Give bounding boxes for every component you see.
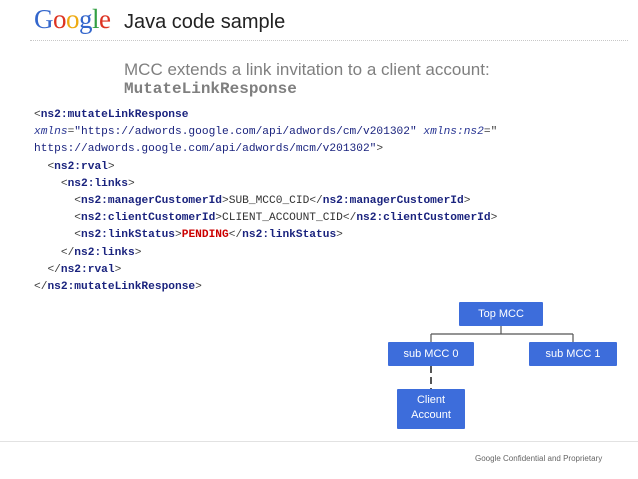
footer-divider <box>0 441 638 442</box>
footer-confidential: Google Confidential and Proprietary <box>475 454 603 463</box>
client-account-node: Client Account <box>397 389 465 429</box>
code-line: <ns2:linkStatus>PENDING</ns2:linkStatus> <box>74 229 343 242</box>
client-account-label-line2: Account <box>411 409 451 421</box>
slide-subtitle-code: MutateLinkResponse <box>124 80 297 98</box>
google-logo: Google <box>34 2 111 36</box>
client-account-label-line1: Client <box>416 394 446 406</box>
code-line: <ns2:rval> <box>47 160 115 173</box>
code-line: <ns2:links> <box>60 177 135 190</box>
logo-letter: l <box>92 4 100 34</box>
logo-letter: G <box>34 4 54 34</box>
slide-header: Google Java code sample <box>0 0 638 42</box>
xml-code-block: <ns2:mutateLinkResponse xmlns="https://ad… <box>34 107 630 296</box>
slide-title: Java code sample <box>124 11 286 33</box>
sub-mcc-0-node: sub MCC 0 <box>388 342 474 366</box>
link-status-value: PENDING <box>181 229 229 242</box>
slide-subtitle: MCC extends a link invitation to a clien… <box>124 60 490 79</box>
code-line: <ns2:mutateLinkResponse <box>34 109 189 121</box>
top-mcc-node: Top MCC <box>459 302 543 326</box>
code-line: https://adwords.google.com/api/adwords/m… <box>34 143 384 156</box>
logo-letter: e <box>99 4 111 34</box>
code-line: <ns2:clientCustomerId>CLIENT_ACCOUNT_CID… <box>74 212 498 225</box>
code-line: </ns2:rval> <box>47 263 122 276</box>
code-line: </ns2:links> <box>60 246 142 259</box>
header-divider <box>30 40 628 41</box>
sub-mcc-1-node: sub MCC 1 <box>529 342 617 366</box>
logo-letter: g <box>79 4 93 34</box>
logo-letter: o <box>53 4 67 34</box>
code-line: xmlns="https://adwords.google.com/api/ad… <box>34 126 498 139</box>
code-line: </ns2:mutateLinkResponse> <box>34 280 202 293</box>
code-line: <ns2:managerCustomerId>SUB_MCC0_CID</ns2… <box>74 194 471 207</box>
logo-letter: o <box>66 4 80 34</box>
